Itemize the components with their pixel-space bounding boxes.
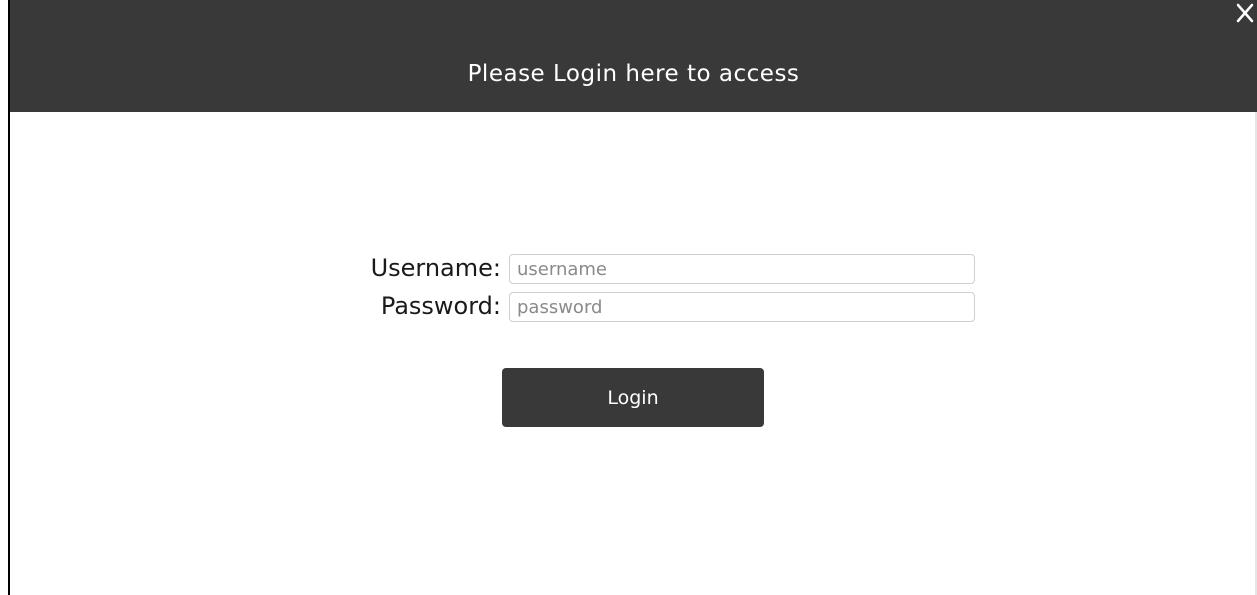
username-row: Username:	[290, 252, 980, 284]
dialog-header: Please Login here to access	[10, 0, 1257, 112]
password-row: Password:	[290, 290, 980, 322]
username-input[interactable]	[509, 254, 975, 284]
close-icon[interactable]	[1235, 2, 1255, 24]
username-label: Username:	[370, 254, 501, 282]
login-dialog: Please Login here to access Username: Pa…	[8, 0, 1257, 595]
dialog-title: Please Login here to access	[467, 61, 800, 87]
password-input[interactable]	[509, 292, 975, 322]
login-button[interactable]: Login	[502, 368, 764, 427]
password-label: Password:	[380, 292, 501, 320]
